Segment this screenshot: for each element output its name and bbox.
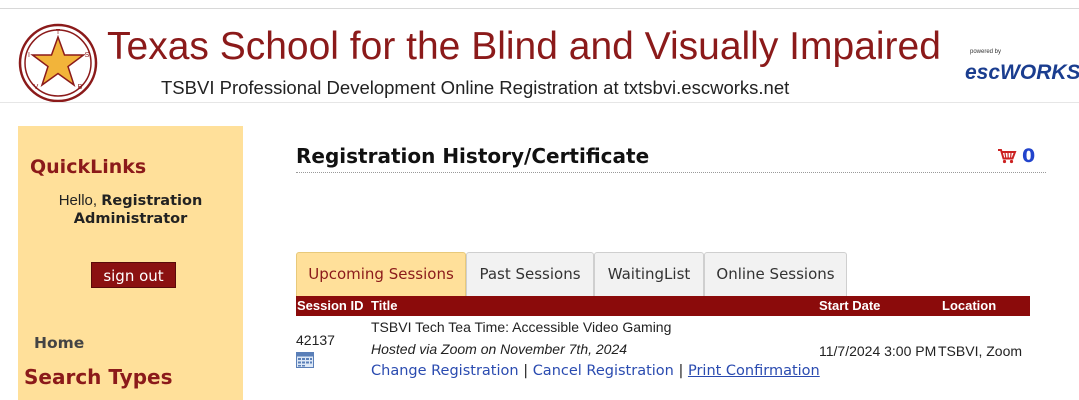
page-title: Registration History/Certificate (296, 144, 650, 168)
escworks-logo: escWORKS (965, 61, 1079, 85)
quicklinks-sidebar: QuickLinks Hello, Registration Administr… (18, 126, 243, 400)
seal-letter-v: V (34, 84, 39, 91)
link-separator: | (523, 363, 529, 379)
seal-letter-i: I (28, 52, 30, 59)
col-start-date: Start Date (819, 298, 881, 313)
col-location: Location (942, 298, 997, 313)
session-id: 42137 (296, 332, 335, 348)
search-types-heading: Search Types (24, 365, 173, 389)
sign-out-button[interactable]: sign out (91, 262, 176, 288)
title-divider (296, 172, 1046, 173)
quicklinks-title: QuickLinks (30, 156, 147, 178)
tab-past-sessions[interactable]: Past Sessions (466, 252, 594, 296)
tab-waitinglist[interactable]: WaitingList (594, 252, 704, 296)
site-title: Texas School for the Blind and Visually … (107, 25, 941, 68)
seal-letter-b: B (78, 84, 83, 91)
site-subtitle: TSBVI Professional Development Online Re… (161, 77, 790, 98)
cancel-registration-link[interactable]: Cancel Registration (533, 363, 674, 379)
print-confirmation-link[interactable]: Print Confirmation (688, 363, 820, 379)
table-row: 42137 TSBVI Tech Tea Time: Accessible Vi… (296, 316, 1030, 400)
session-hosted-note: Hosted via Zoom on November 7th, 2024 (371, 341, 628, 357)
header-divider (0, 102, 1079, 103)
session-actions: Change Registration | Cancel Registratio… (371, 363, 820, 379)
powered-by-text: powered by (970, 49, 1002, 55)
session-start-date: 11/7/2024 3:00 PM (819, 343, 937, 359)
escworks-logo-works: WORKS (1000, 61, 1079, 84)
col-session-id: Session ID (297, 298, 364, 313)
nav-home-link[interactable]: Home (34, 334, 84, 352)
col-title: Title (371, 298, 398, 313)
change-registration-link[interactable]: Change Registration (371, 363, 519, 379)
shopping-cart-icon (998, 149, 1017, 164)
sessions-table-header: Session ID Title Start Date Location (296, 296, 1030, 316)
escworks-logo-esc: esc (965, 61, 1001, 84)
tab-upcoming-sessions[interactable]: Upcoming Sessions (296, 252, 466, 296)
session-tabs: Upcoming Sessions Past Sessions WaitingL… (296, 252, 847, 296)
greeting-prefix: Hello, (58, 192, 102, 209)
calendar-icon[interactable] (296, 352, 314, 368)
link-separator: | (678, 363, 684, 379)
tab-online-sessions[interactable]: Online Sessions (704, 252, 847, 296)
tsbvi-seal-logo: T S B V I (18, 23, 98, 103)
seal-letter-t: T (56, 29, 61, 36)
site-header: T S B V I Texas School for the Blind and… (0, 8, 1079, 103)
session-title: TSBVI Tech Tea Time: Accessible Video Ga… (371, 319, 672, 335)
seal-letter-s: S (85, 52, 90, 59)
cart-count: 0 (1022, 145, 1036, 167)
greeting: Hello, Registration Administrator (18, 192, 243, 228)
session-location: TSBVI, Zoom (938, 343, 1023, 359)
cart-link[interactable]: 0 (997, 145, 1035, 167)
